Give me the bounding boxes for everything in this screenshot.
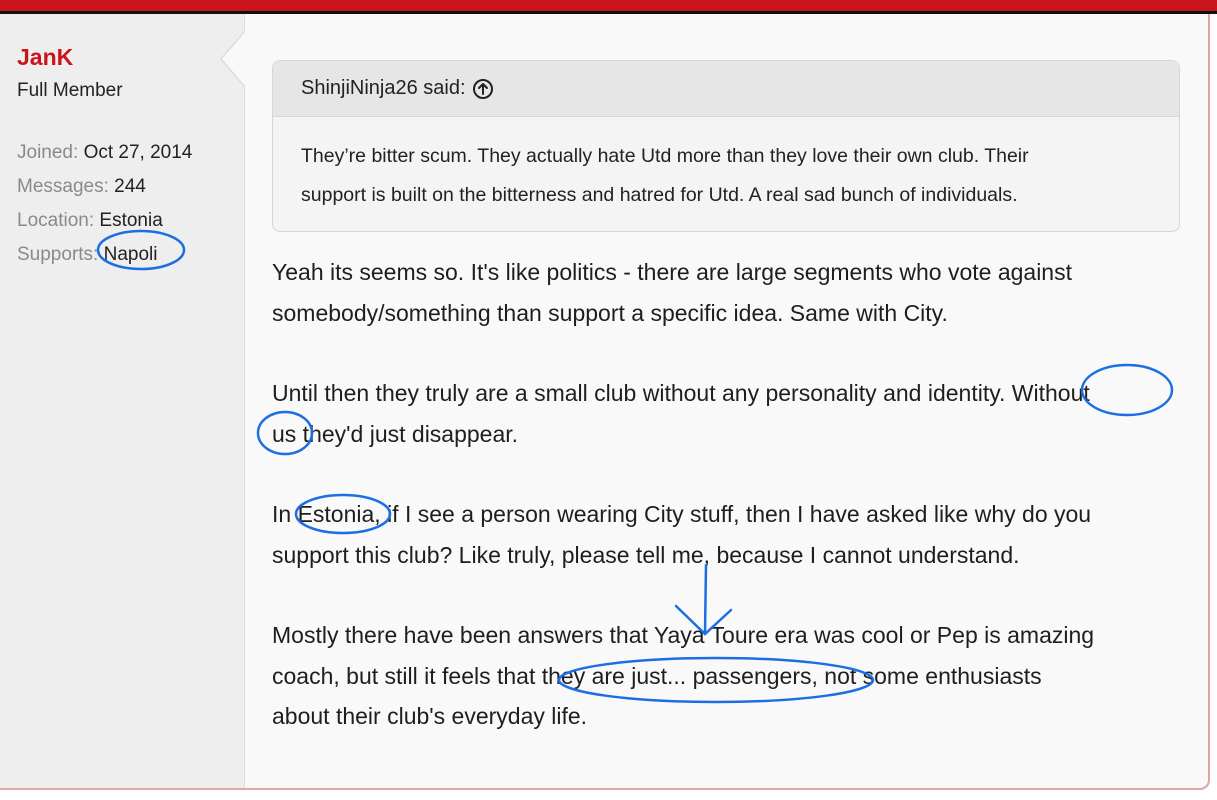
- stat-joined: Joined: Oct 27, 2014: [17, 136, 192, 170]
- quote-line: They’re bitter scum. They actually hate …: [301, 145, 1029, 167]
- stat-value: Oct 27, 2014: [83, 142, 193, 163]
- stat-messages: Messages: 244: [17, 170, 192, 204]
- message-line: In Estonia, if I see a person wearing Ci…: [272, 501, 1092, 527]
- quote-text: They’re bitter scum. They actually hate …: [273, 117, 1179, 215]
- stat-value: Napoli: [103, 244, 158, 265]
- stat-supports: Supports: Napoli: [17, 238, 192, 272]
- post-pointer-arrow-fill: [222, 31, 246, 87]
- forum-post: JanK Full Member Joined: Oct 27, 2014 Me…: [0, 14, 1210, 790]
- stat-value: 244: [114, 176, 146, 197]
- message-line: us they'd just disappear.: [272, 420, 519, 447]
- message-paragraph: In Estonia, if I see a person wearing Ci…: [272, 494, 1202, 575]
- message-body: Yeah its seems so. It's like politics - …: [272, 252, 1202, 777]
- user-title: Full Member: [17, 80, 123, 101]
- stat-label: Messages:: [17, 176, 109, 197]
- username-link[interactable]: JanK: [17, 44, 73, 71]
- message-line: about their club's everyday life.: [272, 703, 588, 729]
- stat-label: Joined:: [17, 142, 79, 163]
- quote-line: support is built on the bitterness and h…: [301, 184, 1018, 206]
- site-header-bar: [0, 0, 1217, 14]
- message-paragraph: Yeah its seems so. It's like politics - …: [272, 252, 1202, 333]
- quote-author[interactable]: ShinjiNinja26 said:: [301, 77, 466, 100]
- user-sidebar: JanK Full Member Joined: Oct 27, 2014 Me…: [0, 14, 245, 788]
- user-stats: Joined: Oct 27, 2014 Messages: 244 Locat…: [17, 136, 192, 272]
- message-line: somebody/something than support a specif…: [272, 299, 948, 326]
- stat-label: Location:: [17, 210, 95, 231]
- message-paragraph: Until then they truly are a small club w…: [272, 373, 1202, 454]
- message-paragraph: Mostly there have been answers that Yaya…: [272, 615, 1202, 737]
- message-line: support this club? Like truly, please te…: [272, 541, 1020, 568]
- stat-value: Estonia: [99, 210, 163, 231]
- quote-header[interactable]: ShinjiNinja26 said:: [273, 61, 1179, 117]
- stat-location: Location: Estonia: [17, 204, 192, 238]
- stat-label: Supports:: [17, 244, 99, 265]
- message-line: coach, but still it feels that they are …: [272, 662, 1042, 689]
- arrow-up-circle-icon[interactable]: [472, 78, 494, 100]
- message-line: Until then they truly are a small club w…: [272, 380, 1090, 406]
- message-line: Yeah its seems so. It's like politics - …: [272, 259, 1072, 285]
- message-line: Mostly there have been answers that Yaya…: [272, 622, 1095, 648]
- quote-block: ShinjiNinja26 said: They’re bitter scum.…: [272, 60, 1180, 232]
